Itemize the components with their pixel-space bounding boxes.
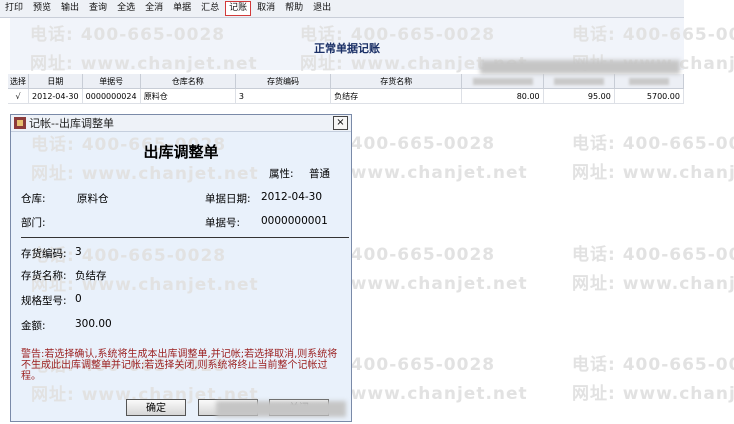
toolbar-document-button[interactable]: 单据 [169, 1, 195, 16]
toolbar-exit-button[interactable]: 退出 [309, 1, 335, 16]
dialog-heading: 出库调整单 [143, 143, 219, 161]
cell-code: 3 [235, 88, 332, 104]
cell-name: 负结存 [330, 88, 463, 104]
toolbar-deselect-all-button[interactable]: 全消 [141, 1, 167, 16]
cell-select[interactable]: √ [8, 88, 30, 104]
toolbar: 打印 预览 输出 查询 全选 全消 单据 汇总 记账 取消 帮助 退出 [0, 0, 684, 18]
toolbar-export-button[interactable]: 输出 [57, 1, 83, 16]
toolbar-post-button[interactable]: 记账 [225, 1, 252, 16]
doc-number-value: 0000000001 [261, 215, 328, 227]
item-code-label: 存货编码: [21, 248, 67, 260]
dialog-titlebar[interactable]: 记帐--出库调整单 × [11, 115, 351, 132]
item-name-value: 负结存 [75, 270, 107, 282]
spec-label: 规格型号: [21, 295, 67, 307]
redaction-blur [216, 401, 346, 417]
toolbar-preview-button[interactable]: 预览 [29, 1, 55, 16]
warehouse-value: 原料仓 [77, 193, 109, 205]
toolbar-summary-button[interactable]: 汇总 [197, 1, 223, 16]
toolbar-print-button[interactable]: 打印 [1, 1, 27, 16]
col-blurred-header[interactable] [461, 74, 544, 89]
department-label: 部门: [21, 217, 46, 229]
col-select-header[interactable]: 选择 [8, 74, 30, 89]
item-code-value: 3 [75, 246, 82, 258]
ok-button[interactable]: 确定 [126, 399, 186, 416]
posting-dialog: 记帐--出库调整单 × 电话: 400-665-0028 网址: www.cha… [10, 114, 352, 422]
doc-date-label: 单据日期: [205, 193, 251, 205]
close-icon[interactable]: × [333, 116, 348, 130]
watermark-phone: 电话: 400-665-0028 [572, 245, 734, 265]
col-blurred-header[interactable] [543, 74, 615, 89]
watermark-phone: 电话: 400-665-0028 [572, 355, 734, 375]
attribute-label: 属性: [269, 168, 294, 180]
amount-value: 300.00 [75, 318, 112, 330]
attribute-value: 普通 [309, 168, 330, 180]
app-icon [14, 117, 26, 129]
cell-warehouse: 原料仓 [140, 88, 236, 104]
grid-header-row: 选择 日期 单据号 仓库名称 存货编码 存货名称 [8, 74, 685, 89]
cell-docno: 0000000024 [82, 88, 141, 104]
document-grid: 选择 日期 单据号 仓库名称 存货编码 存货名称 √ 2012-04-30 00… [8, 74, 685, 104]
toolbar-query-button[interactable]: 查询 [85, 1, 111, 16]
toolbar-help-button[interactable]: 帮助 [281, 1, 307, 16]
dialog-title: 记帐--出库调整单 [29, 117, 114, 130]
col-code-header[interactable]: 存货编码 [235, 74, 332, 89]
doc-number-label: 单据号: [205, 217, 241, 229]
cell-date: 2012-04-30 [28, 88, 83, 104]
watermark-phone: 电话: 400-665-0028 [572, 134, 734, 154]
cell-value: 80.00 [461, 88, 544, 104]
toolbar-select-all-button[interactable]: 全选 [113, 1, 139, 16]
spec-value: 0 [75, 293, 82, 305]
toolbar-cancel-button[interactable]: 取消 [253, 1, 279, 16]
table-row[interactable]: √ 2012-04-30 0000000024 原料仓 3 负结存 80.00 … [8, 88, 685, 104]
col-blurred-header[interactable] [614, 74, 685, 89]
item-name-label: 存货名称: [21, 270, 67, 282]
watermark-site: 网址: www.chanjet.net [572, 384, 734, 404]
amount-label: 金额: [21, 320, 46, 332]
warehouse-label: 仓库: [21, 193, 46, 205]
divider [21, 237, 349, 238]
col-warehouse-header[interactable]: 仓库名称 [140, 74, 236, 89]
watermark-site: 网址: www.chanjet.net [31, 164, 259, 184]
redaction-blur [480, 60, 680, 74]
col-name-header[interactable]: 存货名称 [330, 74, 463, 89]
cell-value: 5700.00 [614, 88, 685, 104]
cell-value: 95.00 [543, 88, 615, 104]
col-date-header[interactable]: 日期 [28, 74, 83, 89]
watermark-site: 网址: www.chanjet.net [572, 163, 734, 183]
col-docno-header[interactable]: 单据号 [82, 74, 141, 89]
doc-date-value: 2012-04-30 [261, 191, 323, 203]
warning-text: 警告:若选择确认,系统将生成本出库调整单,并记帐;若选择取消,则系统将不生成此出… [21, 349, 338, 382]
watermark-site: 网址: www.chanjet.net [572, 274, 734, 294]
page-title: 正常单据记账 [314, 42, 380, 55]
